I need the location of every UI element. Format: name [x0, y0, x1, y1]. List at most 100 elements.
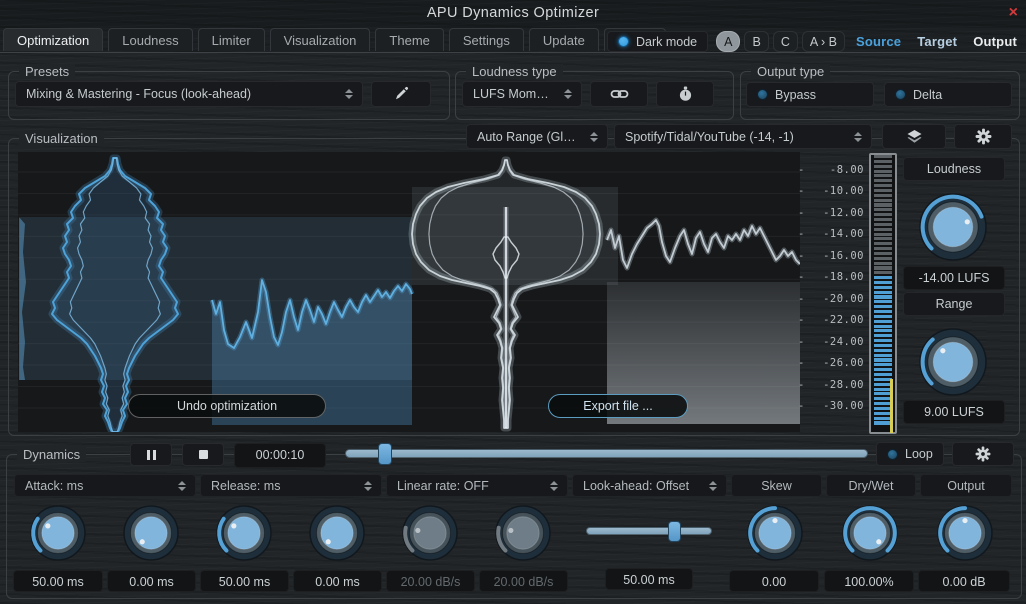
tab-update[interactable]: Update [528, 28, 599, 51]
meter-segment [874, 276, 892, 280]
look-ahead-slider[interactable] [586, 521, 712, 542]
page-title: APU Dynamics Optimizer [426, 5, 600, 21]
preset-edit-button[interactable] [371, 81, 431, 107]
close-icon[interactable]: × [1009, 4, 1018, 22]
meter-peak-strip [889, 379, 893, 433]
meter-segment [874, 363, 892, 367]
transport-slider-handle[interactable] [378, 443, 392, 465]
skew-value: 0.00 [729, 570, 819, 592]
loudness-type-value: LUFS Momentary [473, 87, 555, 101]
dynamics-settings-button[interactable] [952, 442, 1014, 466]
output-gain-knob[interactable] [931, 499, 999, 572]
range-knob-label: Range [903, 292, 1005, 316]
release-knob[interactable] [210, 499, 278, 572]
attack-knob-2[interactable] [117, 499, 185, 572]
loudness-type-select[interactable]: LUFS Momentary [462, 81, 582, 107]
tab-optimization[interactable]: Optimization [3, 28, 104, 51]
tab-limiter[interactable]: Limiter [197, 28, 265, 51]
loop-dot-icon [887, 448, 898, 460]
meter-segment [874, 280, 892, 285]
tab-bar-right: Dark mode ABCA › B Source Target Output [607, 31, 1020, 52]
tab-theme[interactable]: Theme [375, 28, 444, 51]
meter-segment [874, 348, 892, 352]
tab-loudness[interactable]: Loudness [108, 28, 193, 51]
linear-rate-knob-2[interactable] [489, 499, 557, 572]
plugin-window: APU Dynamics Optimizer × Optimization Lou… [0, 0, 1026, 604]
scale-tick: - -10.00 [798, 185, 864, 198]
visualization-settings-button[interactable] [954, 124, 1012, 149]
meter-segment [874, 155, 892, 159]
meter-segment [874, 300, 892, 304]
meter-segment [874, 261, 892, 265]
meter-segment [874, 343, 892, 347]
pencil-icon [396, 86, 409, 100]
export-file-button[interactable]: Export file ... [548, 394, 688, 418]
loop-toggle[interactable]: Loop [876, 442, 944, 466]
look-ahead-value: 50.00 ms [605, 568, 693, 590]
ab-button-a[interactable]: A [716, 31, 741, 52]
loudness-plot [18, 152, 802, 436]
meter-segment [874, 314, 892, 318]
dark-mode-toggle[interactable]: Dark mode [607, 31, 709, 52]
target-range-knob[interactable] [913, 322, 993, 407]
view-output[interactable]: Output [970, 34, 1020, 49]
bypass-toggle[interactable]: Bypass [746, 82, 874, 107]
meter-segment [874, 193, 892, 197]
view-target[interactable]: Target [914, 34, 960, 49]
ab-button-a-b[interactable]: A › B [801, 31, 845, 52]
param-header-linear-rate-off[interactable]: Linear rate: OFF [386, 474, 568, 497]
param-header-attack-ms[interactable]: Attack: ms [14, 474, 196, 497]
target-preset-select[interactable]: Spotify/Tidal/YouTube (-14, -1) [614, 124, 872, 149]
ab-compare-group: ABCA › B [716, 31, 845, 52]
range-knob-value: 9.00 LUFS [903, 400, 1005, 424]
dry-wet-knob[interactable] [836, 499, 904, 572]
param-header-release-ms[interactable]: Release: ms [200, 474, 382, 497]
layers-button[interactable] [882, 124, 946, 149]
linear-rate-knob[interactable] [396, 499, 464, 572]
param-header-dry-wet: Dry/Wet [826, 474, 916, 497]
meter-segment [874, 251, 892, 255]
meter-segment [874, 271, 892, 275]
spinner-icon [550, 480, 558, 491]
preset-select[interactable]: Mixing & Mastering - Focus (look-ahead) [15, 81, 363, 107]
transport-slider[interactable] [345, 443, 868, 465]
ab-button-b[interactable]: B [744, 31, 769, 52]
auto-range-select[interactable]: Auto Range (Global) [466, 124, 608, 149]
pause-button[interactable] [130, 443, 172, 466]
spinner-icon [364, 480, 372, 491]
tab-settings[interactable]: Settings [448, 28, 524, 51]
skew-knob[interactable] [741, 499, 809, 572]
target-loudness-knob[interactable] [913, 187, 993, 272]
attack-knob[interactable] [24, 499, 92, 572]
meter-segment [874, 290, 892, 294]
scale-tick: - -8.00 [798, 164, 864, 176]
view-selector-group: Source Target Output [853, 34, 1020, 49]
release-knob-2[interactable] [303, 499, 371, 572]
attack-value: 50.00 ms [13, 570, 103, 592]
param-header-look-ahead-offset[interactable]: Look-ahead: Offset [572, 474, 727, 497]
meter-segment [874, 232, 892, 236]
measure-time-button[interactable] [656, 81, 714, 107]
meter-segment [874, 237, 892, 241]
meter-segment [874, 164, 892, 168]
param-header-output: Output [920, 474, 1012, 497]
spinner-icon [178, 480, 186, 491]
scale-tick: - -30.00 [798, 399, 864, 412]
scale-tick: - -18.00 [798, 271, 864, 284]
gear-icon [975, 128, 991, 145]
tab-visualization[interactable]: Visualization [269, 28, 371, 51]
meter-segment [874, 217, 892, 222]
linear-rate-value-2: 20.00 dB/s [479, 570, 568, 592]
tab-bar: Optimization Loudness Limiter Visualization… [0, 28, 1026, 53]
delta-toggle[interactable]: Delta [884, 82, 1012, 107]
link-channels-button[interactable] [590, 81, 648, 107]
stop-button[interactable] [182, 443, 224, 466]
view-source[interactable]: Source [853, 34, 904, 49]
look-ahead-slider-handle[interactable] [668, 521, 681, 542]
dark-mode-dot-icon [618, 36, 629, 47]
ab-button-c[interactable]: C [772, 31, 798, 52]
dry-wet-value: 100.00% [824, 570, 914, 592]
undo-optimization-button[interactable]: Undo optimization [128, 394, 326, 418]
meter-segment [874, 368, 892, 372]
target-preset-value: Spotify/Tidal/YouTube (-14, -1) [625, 129, 794, 144]
